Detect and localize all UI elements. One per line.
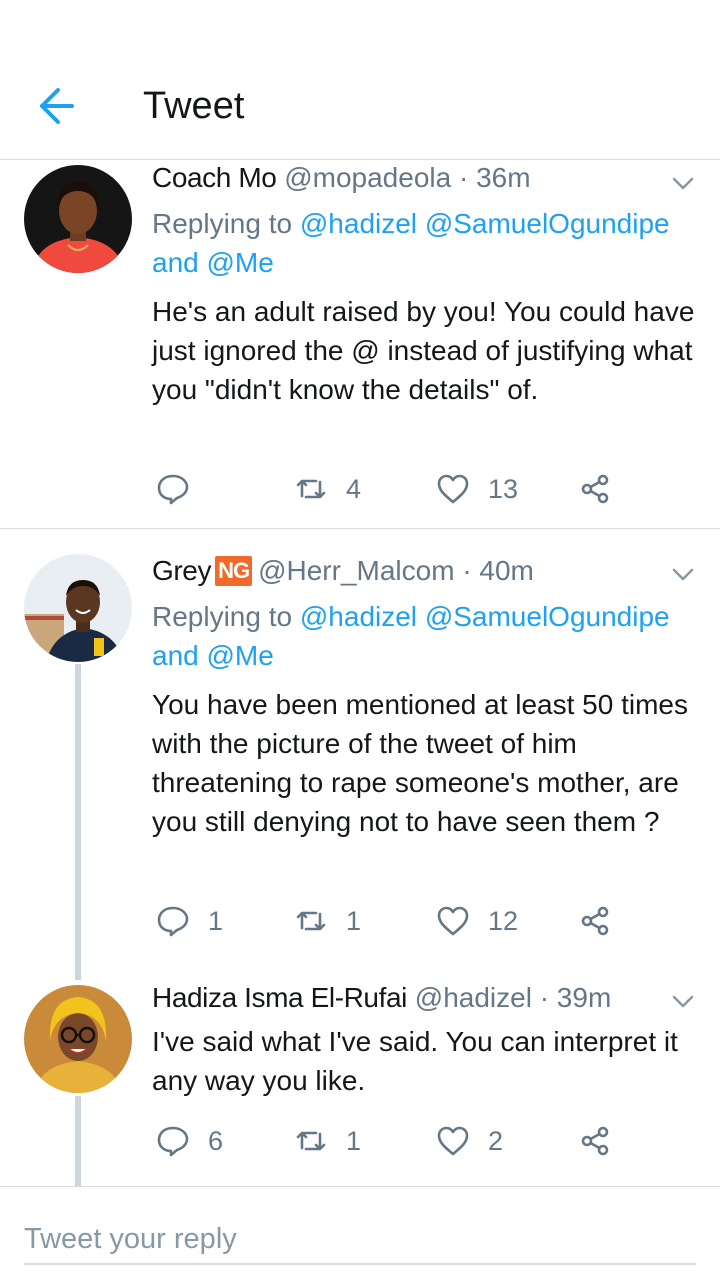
avatar-grey[interactable] — [24, 554, 132, 662]
tweet-actions: 4 13 — [152, 467, 672, 511]
avatar-hadiza[interactable] — [24, 985, 132, 1093]
replying-to-label: Replying to — [152, 601, 293, 632]
reply-icon — [157, 1126, 189, 1157]
reply-button[interactable]: 1 — [156, 899, 223, 943]
like-count: 12 — [488, 905, 519, 936]
share-button[interactable] — [578, 1119, 612, 1163]
and-others-label[interactable]: and — [152, 640, 199, 671]
thread-connector-line — [75, 664, 81, 980]
top-app-bar: Tweet — [0, 0, 720, 160]
like-count: 13 — [488, 473, 519, 504]
reply-count: 6 — [208, 1125, 224, 1156]
tweet-header: Coach Mo @mopadeola · 36m — [152, 158, 531, 198]
thread-connector-line — [75, 1096, 81, 1186]
share-icon — [581, 474, 609, 504]
reply-button[interactable]: 6 — [156, 1119, 223, 1163]
share-button[interactable] — [578, 467, 612, 511]
display-name[interactable]: Grey — [152, 555, 211, 586]
mention-link[interactable]: @SamuelOgundipe — [425, 601, 670, 632]
share-icon — [581, 906, 609, 936]
heart-icon — [437, 906, 469, 936]
retweet-button[interactable]: 4 — [294, 467, 361, 511]
user-handle[interactable]: @Herr_Malcom — [258, 555, 454, 586]
display-name[interactable]: Hadiza Isma El-Rufai — [152, 982, 407, 1013]
timestamp: · 36m — [458, 162, 531, 193]
and-others-label[interactable]: and — [152, 247, 199, 278]
chevron-down-icon[interactable] — [670, 988, 696, 1014]
timestamp: · 39m — [539, 982, 612, 1013]
reply-count: 1 — [208, 905, 224, 936]
tweet-actions: 1 1 12 — [152, 899, 672, 943]
user-handle[interactable]: @hadizel — [415, 982, 532, 1013]
replying-to: Replying to @hadizel @SamuelOgundipe and… — [152, 597, 704, 675]
tweet-divider — [0, 528, 720, 529]
back-arrow-icon[interactable] — [34, 84, 80, 128]
retweet-count: 1 — [346, 905, 362, 936]
mention-link[interactable]: @SamuelOgundipe — [425, 208, 670, 239]
share-button[interactable] — [578, 899, 612, 943]
avatar-coach-mo[interactable] — [24, 165, 132, 273]
share-icon — [581, 1126, 609, 1156]
retweet-count: 4 — [346, 473, 362, 504]
like-button[interactable]: 12 — [436, 899, 518, 943]
page-title: Tweet — [143, 85, 245, 127]
tweet-header: Grey NG @Herr_Malcom · 40m — [152, 551, 534, 591]
timestamp: · 40m — [462, 555, 534, 586]
nigeria-flag-badge: NG — [215, 556, 253, 586]
tweet-text: You have been mentioned at least 50 time… — [152, 689, 689, 837]
tweet-actions: 6 1 2 — [152, 1119, 672, 1163]
mention-link[interactable]: @hadizel — [300, 601, 417, 632]
like-button[interactable]: 2 — [436, 1119, 503, 1163]
retweet-count: 1 — [346, 1125, 362, 1156]
reply-input[interactable] — [24, 1215, 696, 1265]
like-count: 2 — [488, 1125, 504, 1156]
like-button[interactable]: 13 — [436, 467, 518, 511]
display-name[interactable]: Coach Mo — [152, 162, 277, 193]
replying-to: Replying to @hadizel @SamuelOgundipe and… — [152, 204, 704, 282]
mention-link[interactable]: @Me — [207, 247, 274, 278]
chevron-down-icon[interactable] — [670, 170, 696, 196]
heart-icon — [437, 474, 469, 504]
replying-to-label: Replying to — [152, 208, 293, 239]
user-handle[interactable]: @mopadeola — [284, 162, 451, 193]
mention-link[interactable]: @hadizel — [300, 208, 417, 239]
reply-icon — [157, 474, 189, 505]
retweet-button[interactable]: 1 — [294, 1119, 361, 1163]
heart-icon — [437, 1126, 469, 1156]
tweet-text: I've said what I've said. You can interp… — [152, 1026, 678, 1096]
mention-link[interactable]: @Me — [207, 640, 274, 671]
tweet-text: He's an adult raised by you! You could h… — [152, 296, 695, 405]
retweet-icon — [296, 1131, 326, 1151]
retweet-icon — [296, 479, 326, 499]
reply-button[interactable] — [156, 467, 208, 511]
retweet-icon — [296, 911, 326, 931]
reply-icon — [157, 906, 189, 937]
tweet-header: Hadiza Isma El-Rufai @hadizel · 39m — [152, 978, 611, 1018]
chevron-down-icon[interactable] — [670, 561, 696, 587]
reply-composer — [0, 1186, 720, 1280]
retweet-button[interactable]: 1 — [294, 899, 361, 943]
